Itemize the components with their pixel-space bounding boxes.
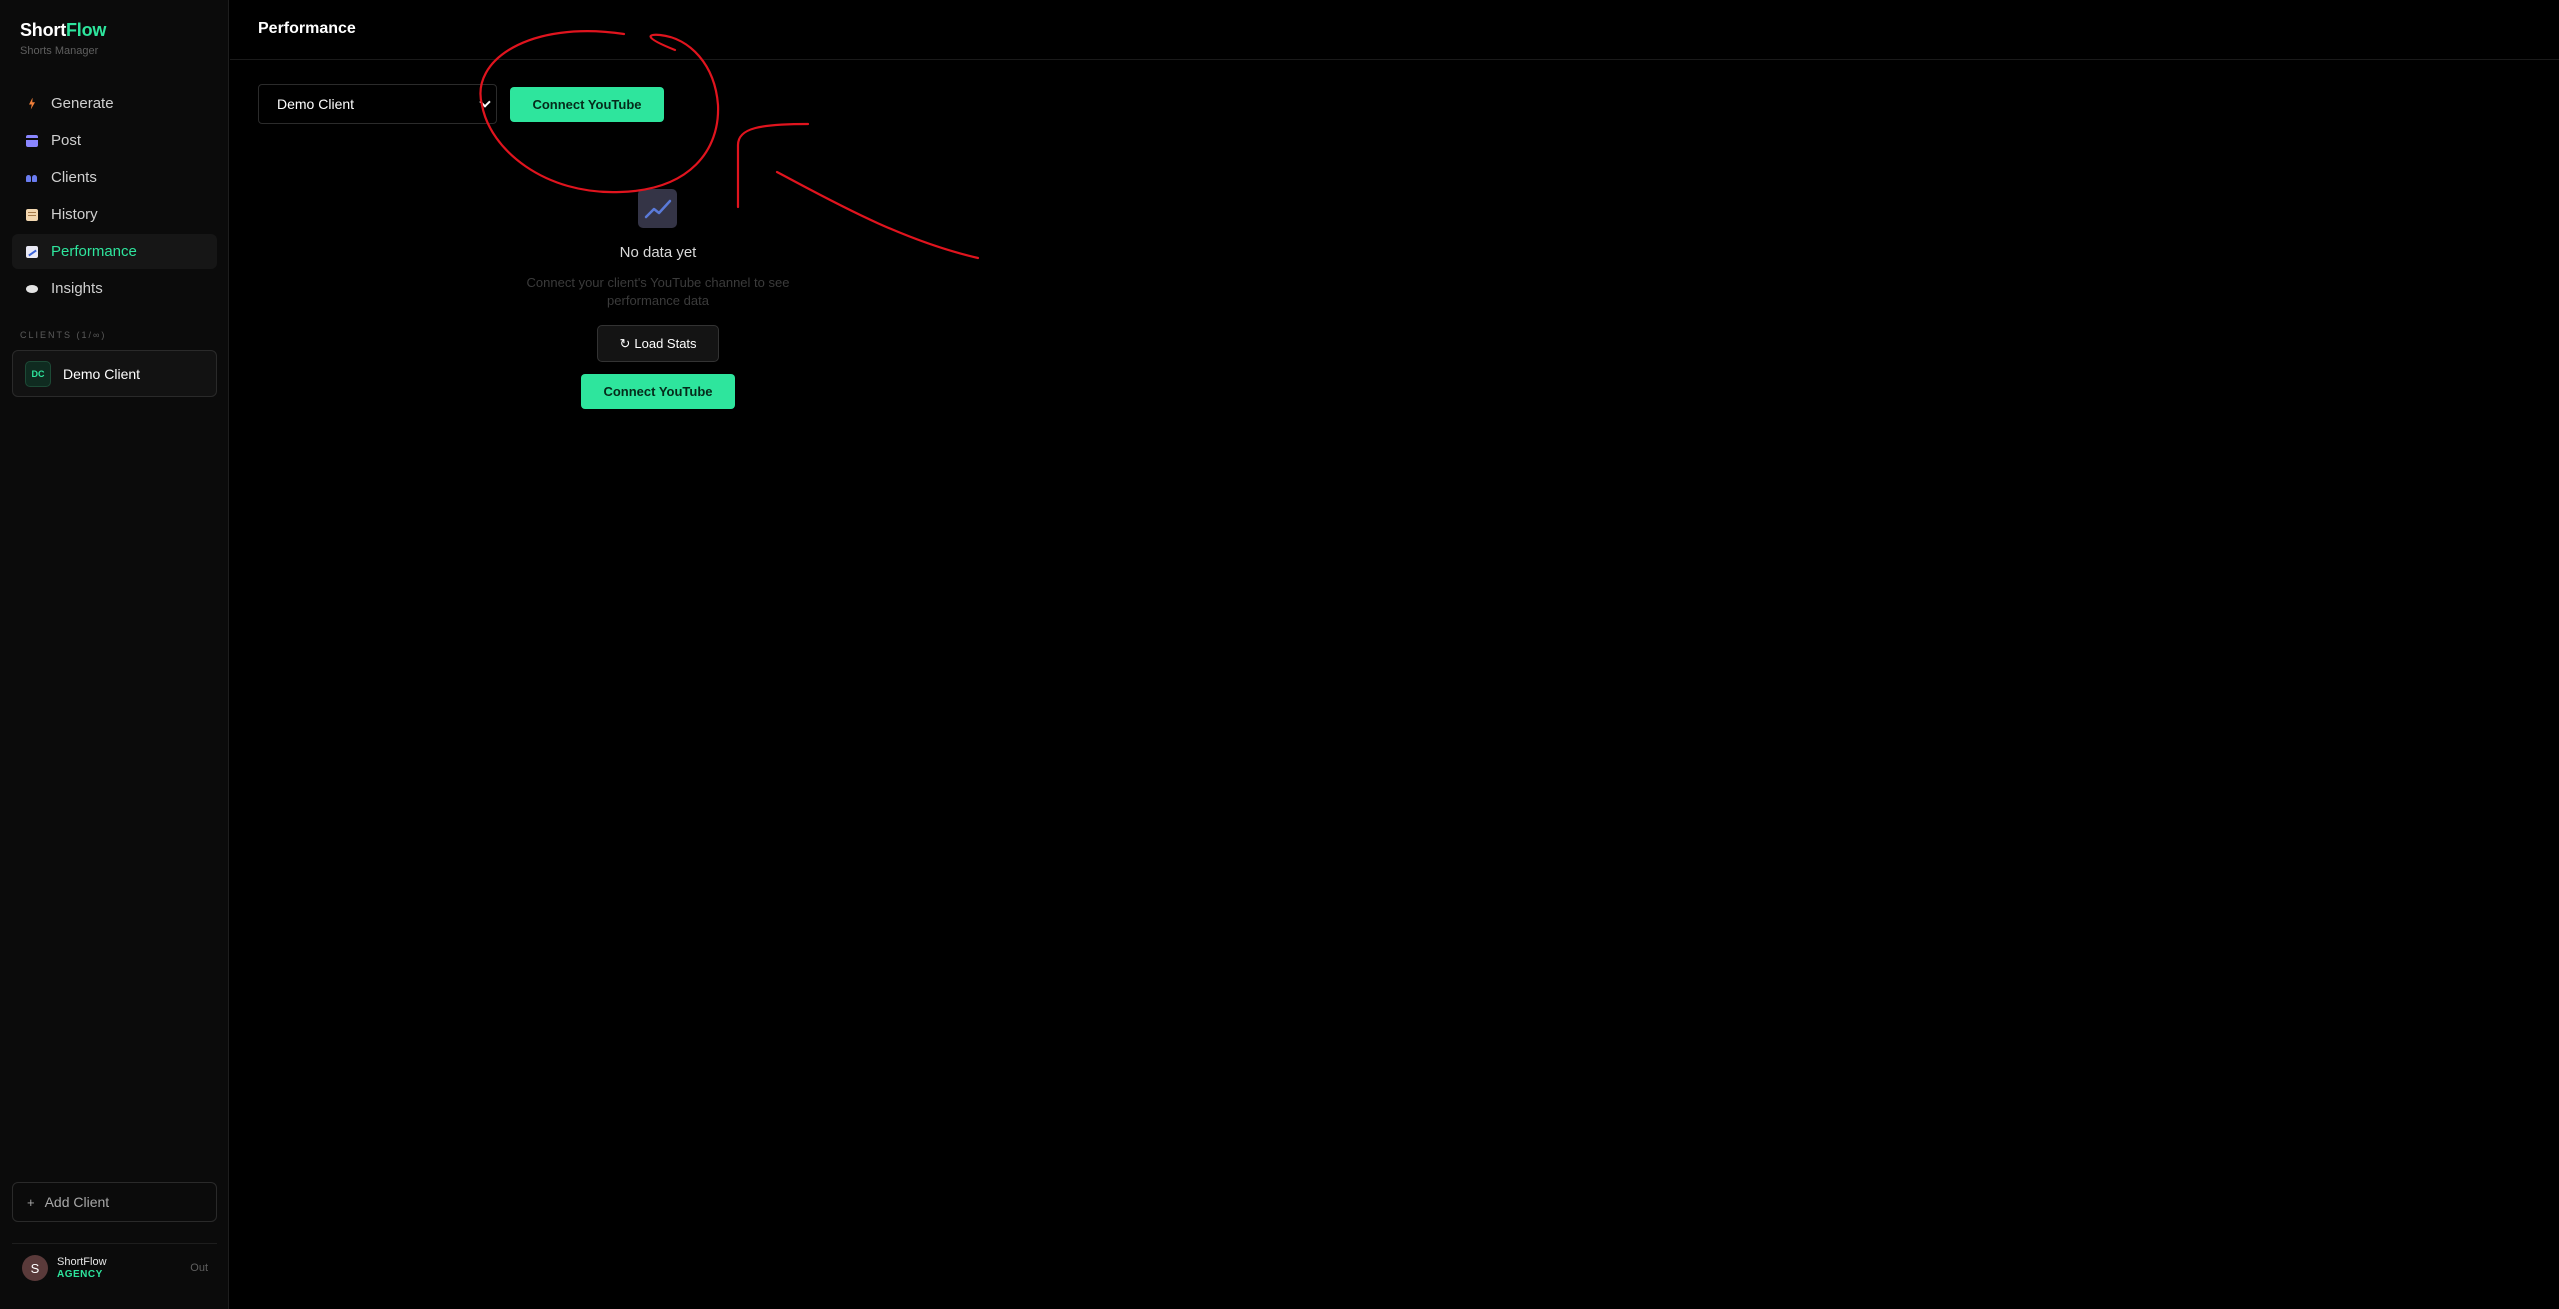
chart-icon — [638, 189, 677, 228]
client-select-value: Demo Client — [277, 96, 355, 112]
sidebar-item-label: Clients — [51, 169, 97, 186]
sidebar-item-history[interactable]: History — [12, 197, 217, 232]
refresh-icon: ↻ — [619, 335, 631, 351]
avatar: S — [22, 1255, 48, 1281]
sidebar-item-generate[interactable]: Generate — [12, 86, 217, 121]
clapper-icon — [26, 134, 38, 147]
sidebar: ShortFlow Shorts Manager Generate Post C… — [0, 0, 229, 1309]
sidebar-item-insights[interactable]: Insights — [12, 271, 217, 306]
annotation-bracket — [736, 122, 810, 209]
annotation-arrow-line — [775, 170, 980, 260]
brand-logo[interactable]: ShortFlow — [20, 20, 106, 41]
sidebar-footer-divider — [12, 1243, 217, 1244]
sidebar-item-label: Insights — [51, 280, 103, 297]
add-client-button[interactable]: + Add Client — [12, 1182, 217, 1222]
empty-state-title: No data yet — [619, 244, 697, 261]
plus-icon: + — [27, 1194, 35, 1210]
empty-state-description: Connect your client's YouTube channel to… — [526, 275, 790, 308]
page-title: Performance — [258, 20, 356, 37]
brand-name-part2: Flow — [66, 20, 107, 40]
brand-name-part1: Short — [20, 20, 66, 40]
plan-badge: AGENCY — [57, 1268, 103, 1280]
user-profile: S ShortFlow AGENCY Out — [22, 1254, 208, 1282]
user-name: ShortFlow — [57, 1255, 107, 1268]
connect-youtube-button[interactable]: Connect YouTube — [510, 87, 664, 122]
speech-bubble-icon — [26, 283, 38, 295]
sidebar-item-label: Post — [51, 132, 82, 149]
top-bar: Performance — [230, 0, 2559, 60]
load-stats-label: Load Stats — [634, 336, 697, 351]
people-icon — [26, 172, 38, 184]
sidebar-item-label: Generate — [51, 95, 114, 112]
chevron-down-icon — [478, 96, 492, 110]
sidebar-nav: Generate Post Clients History Performanc… — [12, 86, 217, 308]
sidebar-item-clients[interactable]: Clients — [12, 160, 217, 195]
annotation-overlay — [479, 30, 980, 260]
load-stats-button[interactable]: ↻ Load Stats — [597, 325, 719, 362]
brand-subtitle: Shorts Manager — [20, 45, 99, 57]
clients-section-label: CLIENTS (1/∞) — [20, 330, 107, 340]
bolt-icon — [26, 98, 38, 110]
sidebar-item-label: History — [51, 206, 98, 223]
client-name: Demo Client — [63, 365, 141, 382]
sidebar-item-post[interactable]: Post — [12, 123, 217, 158]
app-window: ShortFlow Shorts Manager Generate Post C… — [0, 0, 2559, 1309]
client-select[interactable]: Demo Client — [258, 84, 497, 124]
scroll-icon — [26, 208, 38, 221]
sidebar-item-label: Performance — [51, 243, 137, 260]
client-item-demo-client[interactable]: DC Demo Client — [12, 350, 217, 397]
sidebar-item-performance[interactable]: Performance — [12, 234, 217, 269]
sign-out-button[interactable]: Out — [190, 1262, 208, 1274]
client-avatar: DC — [25, 360, 51, 387]
brand: ShortFlow Shorts Manager — [20, 20, 106, 57]
chart-icon — [26, 245, 38, 258]
user-info: ShortFlow AGENCY — [57, 1256, 107, 1281]
connect-youtube-button-secondary[interactable]: Connect YouTube — [581, 374, 735, 409]
add-client-label: Add Client — [44, 1194, 110, 1210]
